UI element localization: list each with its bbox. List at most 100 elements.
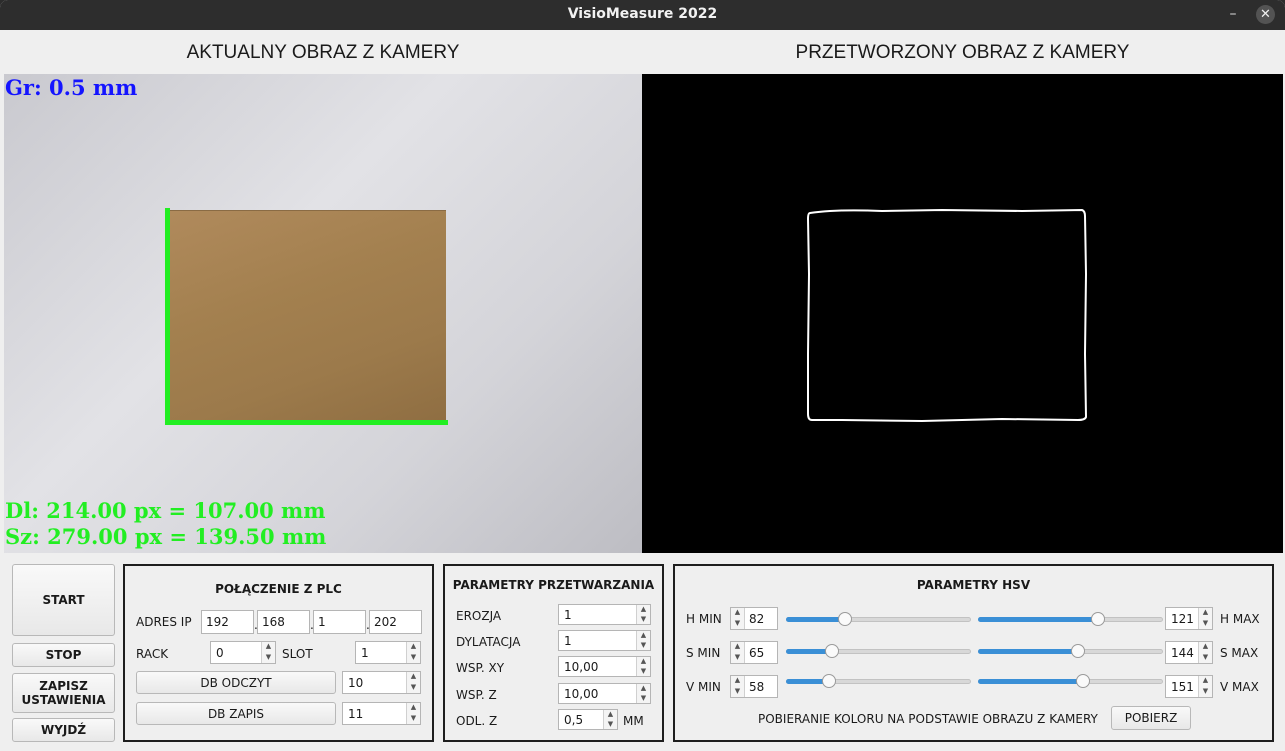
erosion-label: EROZJA <box>456 609 502 623</box>
rack-stepper[interactable]: ▲ ▼ <box>261 642 275 663</box>
s-max-stepper[interactable]: ▲ ▼ <box>1198 642 1212 663</box>
db-write-stepper[interactable]: ▲ ▼ <box>406 703 420 724</box>
processed-camera-title: PRZETWORZONY OBRAZ Z KAMERY <box>795 42 1130 63</box>
s-min-label: S MIN <box>686 646 721 660</box>
wsp-xy-label: WSP. XY <box>456 661 505 675</box>
slot-spinbox[interactable]: 1 ▲ ▼ <box>355 641 421 664</box>
processed-camera-view <box>642 74 1283 553</box>
db-write-button[interactable]: DB ZAPIS <box>136 702 336 725</box>
wsp-xy-stepper[interactable]: ▲ ▼ <box>636 657 650 676</box>
measure-line-horizontal <box>165 420 448 425</box>
h-max-slider[interactable] <box>978 611 1163 627</box>
rack-spinbox[interactable]: 0 ▲ ▼ <box>210 641 276 664</box>
v-max-stepper[interactable]: ▲ ▼ <box>1198 676 1212 697</box>
h-max-label: H MAX <box>1220 612 1260 626</box>
db-read-stepper[interactable]: ▲ ▼ <box>406 672 420 693</box>
erosion-value: 1 <box>564 607 572 622</box>
v-min-stepper[interactable]: ▲ ▼ <box>731 676 745 697</box>
exit-button[interactable]: WYJDŹ <box>12 718 115 742</box>
odl-z-value: 0,5 <box>564 712 584 727</box>
s-max-slider[interactable] <box>978 643 1163 659</box>
minimize-icon[interactable]: – <box>1224 6 1242 24</box>
plc-panel-title: POŁĄCZENIE Z PLC <box>215 582 342 596</box>
h-min-value: 82 <box>749 611 765 626</box>
wsp-xy-spinbox[interactable]: 10,00 ▲ ▼ <box>558 656 651 677</box>
v-min-spinbox[interactable]: ▲ ▼ 58 <box>730 675 778 698</box>
h-max-slider-handle[interactable] <box>1091 612 1106 626</box>
window-title: VisioMeasure 2022 <box>567 6 718 22</box>
odl-z-stepper[interactable]: ▲ ▼ <box>603 710 617 729</box>
slot-stepper[interactable]: ▲ ▼ <box>406 642 420 663</box>
rack-value: 0 <box>216 645 224 660</box>
db-read-value: 10 <box>348 675 364 690</box>
processing-panel-title: PARAMETRY PRZETWARZANIA <box>452 578 655 592</box>
stop-button[interactable]: STOP <box>12 643 115 667</box>
h-min-spinbox[interactable]: ▲ ▼ 82 <box>730 607 778 630</box>
odl-z-label: ODL. Z <box>456 714 498 728</box>
measure-line-vertical <box>165 208 170 425</box>
wsp-xy-value: 10,00 <box>564 659 599 674</box>
h-min-slider[interactable] <box>786 611 971 627</box>
dl-readout: Dl: 214.00 px = 107.00 mm <box>5 498 326 523</box>
h-min-slider-handle[interactable] <box>838 612 853 626</box>
s-max-slider-handle[interactable] <box>1070 644 1085 658</box>
v-max-label: V MAX <box>1220 680 1259 694</box>
s-min-value: 65 <box>749 645 765 660</box>
hsv-panel-title: PARAMETRY HSV <box>916 578 1031 592</box>
v-max-spinbox[interactable]: 151 ▲ ▼ <box>1165 675 1213 698</box>
v-min-slider[interactable] <box>786 673 971 689</box>
wsp-z-spinbox[interactable]: 10,00 ▲ ▼ <box>558 683 651 704</box>
pick-color-button[interactable]: POBIERZ <box>1111 706 1191 730</box>
db-write-spinbox[interactable]: 11 ▲ ▼ <box>342 702 421 725</box>
sz-readout: Sz: 279.00 px = 139.50 mm <box>5 524 327 549</box>
dilation-label: DYLATACJA <box>456 635 521 649</box>
rack-label: RACK <box>136 647 169 661</box>
v-max-slider[interactable] <box>978 673 1163 689</box>
db-write-value: 11 <box>348 706 364 721</box>
title-bar: VisioMeasure 2022 – ✕ <box>0 0 1285 30</box>
live-camera-view: Gr: 0.5 mm Dl: 214.00 px = 107.00 mm Sz:… <box>4 74 642 553</box>
wsp-z-label: WSP. Z <box>456 688 497 702</box>
s-min-slider[interactable] <box>786 643 971 659</box>
h-min-label: H MIN <box>686 612 722 626</box>
dilation-value: 1 <box>564 633 572 648</box>
dilation-stepper[interactable]: ▲ ▼ <box>636 631 650 650</box>
save-settings-button[interactable]: ZAPISZ USTAWIENIA <box>12 673 115 713</box>
h-min-stepper[interactable]: ▲ ▼ <box>731 608 745 629</box>
ip-octet-1[interactable]: 192 <box>201 610 254 634</box>
start-button[interactable]: START <box>12 564 115 636</box>
slot-value: 1 <box>361 645 369 660</box>
ip-octet-2[interactable]: 168 <box>257 610 310 634</box>
live-camera-title: AKTUALNY OBRAZ Z KAMERY <box>186 42 460 63</box>
s-min-slider-handle[interactable] <box>825 644 840 658</box>
ip-label: ADRES IP <box>136 615 192 629</box>
h-max-stepper[interactable]: ▲ ▼ <box>1198 608 1212 629</box>
ip-octet-4[interactable]: 202 <box>369 610 422 634</box>
h-max-value: 121 <box>1171 611 1194 626</box>
s-min-stepper[interactable]: ▲ ▼ <box>731 642 745 663</box>
v-min-slider-handle[interactable] <box>821 674 836 688</box>
v-min-label: V MIN <box>686 680 721 694</box>
gr-readout: Gr: 0.5 mm <box>5 75 138 100</box>
erosion-stepper[interactable]: ▲ ▼ <box>636 605 650 624</box>
dilation-spinbox[interactable]: 1 ▲ ▼ <box>558 630 651 651</box>
s-max-label: S MAX <box>1220 646 1259 660</box>
ip-octet-3[interactable]: 1 <box>313 610 366 634</box>
processing-panel: PARAMETRY PRZETWARZANIA EROZJA 1 ▲ ▼ DYLA… <box>443 564 664 742</box>
plc-panel: POŁĄCZENIE Z PLC ADRES IP 192 . 168 . 1 … <box>123 564 434 742</box>
wsp-z-value: 10,00 <box>564 686 599 701</box>
close-icon[interactable]: ✕ <box>1256 5 1275 24</box>
h-max-spinbox[interactable]: 121 ▲ ▼ <box>1165 607 1213 630</box>
slot-label: SLOT <box>282 647 313 661</box>
odl-z-spinbox[interactable]: 0,5 ▲ ▼ <box>558 709 618 730</box>
s-min-spinbox[interactable]: ▲ ▼ 65 <box>730 641 778 664</box>
v-max-slider-handle[interactable] <box>1076 674 1091 688</box>
v-min-value: 58 <box>749 679 765 694</box>
wsp-z-stepper[interactable]: ▲ ▼ <box>636 684 650 703</box>
pick-color-label: POBIERANIE KOLORU NA PODSTAWIE OBRAZU Z … <box>758 712 1098 726</box>
db-read-spinbox[interactable]: 10 ▲ ▼ <box>342 671 421 694</box>
s-max-spinbox[interactable]: 144 ▲ ▼ <box>1165 641 1213 664</box>
cardboard-object <box>168 210 446 421</box>
db-read-button[interactable]: DB ODCZYT <box>136 671 336 694</box>
erosion-spinbox[interactable]: 1 ▲ ▼ <box>558 604 651 625</box>
